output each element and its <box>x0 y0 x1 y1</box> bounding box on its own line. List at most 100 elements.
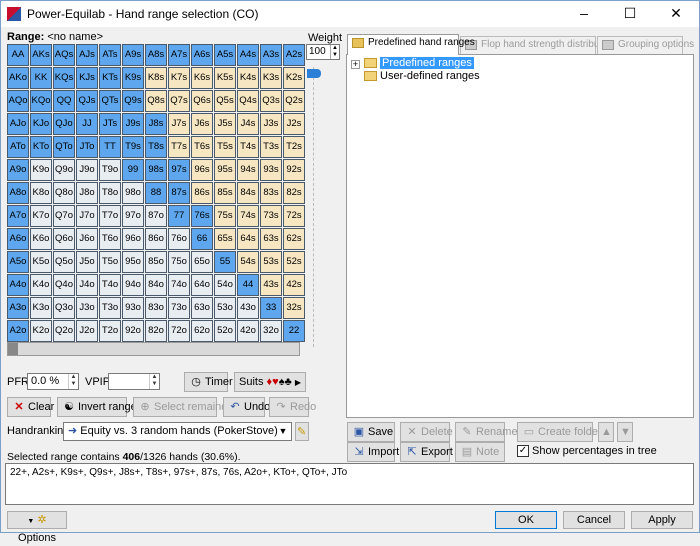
handranking-dropdown[interactable]: ➜ Equity vs. 3 random hands (PokerStove)… <box>63 422 292 441</box>
hand-cell[interactable]: 98o <box>122 182 144 204</box>
hand-cell[interactable]: J9s <box>122 113 144 135</box>
suits-button[interactable]: Suits ♦♥♠♣ ▶ <box>234 372 306 392</box>
hand-cell[interactable]: K5s <box>214 67 236 89</box>
hand-cell[interactable]: T8s <box>145 136 167 158</box>
hand-cell[interactable]: Q5o <box>53 251 75 273</box>
hand-cell[interactable]: T8o <box>99 182 121 204</box>
invert-range-button[interactable]: ☯ Invert range <box>57 397 137 417</box>
hand-cell[interactable]: KTs <box>99 67 121 89</box>
hand-cell[interactable]: 95o <box>122 251 144 273</box>
hand-cell[interactable]: K8o <box>30 182 52 204</box>
select-remainder-button[interactable]: ⊕ Select remainder <box>133 397 237 417</box>
hand-cell[interactable]: T5s <box>214 136 236 158</box>
hand-cell[interactable]: T2o <box>99 320 121 342</box>
hand-cell[interactable]: AKo <box>7 67 29 89</box>
hand-cell[interactable]: Q6o <box>53 228 75 250</box>
hand-cell[interactable]: A7s <box>168 44 190 66</box>
hand-cell[interactable]: 72o <box>168 320 190 342</box>
range-slider-thumb[interactable] <box>8 343 18 355</box>
tab-grouping-options[interactable]: Grouping options <box>597 36 694 54</box>
move-up-button[interactable]: ▲ <box>598 422 614 442</box>
hand-cell[interactable]: 64s <box>237 228 259 250</box>
hand-cell[interactable]: 62o <box>191 320 213 342</box>
hand-cell[interactable]: K3s <box>260 67 282 89</box>
hand-cell[interactable]: 75o <box>168 251 190 273</box>
edit-handranking-button[interactable]: ✎ <box>295 422 309 441</box>
hand-cell[interactable]: 52o <box>214 320 236 342</box>
hand-cell[interactable]: 96s <box>191 159 213 181</box>
hand-cell[interactable]: 93s <box>260 159 282 181</box>
hand-cell[interactable]: 74o <box>168 274 190 296</box>
hand-cell[interactable]: KK <box>30 67 52 89</box>
weight-spinner[interactable]: 100 ▲ ▼ <box>306 44 340 60</box>
tree-expander-icon[interactable]: + <box>351 60 360 69</box>
hand-cell[interactable]: T7o <box>99 205 121 227</box>
hand-cell[interactable]: AJo <box>7 113 29 135</box>
hand-cell[interactable]: QTs <box>99 90 121 112</box>
hand-cell[interactable]: AQo <box>7 90 29 112</box>
hand-cell[interactable]: JTo <box>76 136 98 158</box>
hand-cell[interactable]: T9o <box>99 159 121 181</box>
hand-cell[interactable]: QJo <box>53 113 75 135</box>
hand-cell[interactable]: J5s <box>214 113 236 135</box>
hand-cell[interactable]: 65o <box>191 251 213 273</box>
hand-cell[interactable]: A3o <box>7 297 29 319</box>
hand-cell[interactable]: J2o <box>76 320 98 342</box>
hand-cell[interactable]: 86o <box>145 228 167 250</box>
pfr-spin-arrows[interactable]: ▲ ▼ <box>68 374 78 389</box>
import-button[interactable]: ⇲ Import <box>347 442 399 462</box>
hand-cell[interactable]: 74s <box>237 205 259 227</box>
hand-cell[interactable]: 94o <box>122 274 144 296</box>
hand-cell[interactable]: 77 <box>168 205 190 227</box>
hand-cell[interactable]: 75s <box>214 205 236 227</box>
hand-cell[interactable]: K9o <box>30 159 52 181</box>
weight-spin-arrows[interactable]: ▲ ▼ <box>330 45 339 59</box>
hand-cell[interactable]: 93o <box>122 297 144 319</box>
hand-cell[interactable]: 62s <box>283 228 305 250</box>
hand-cell[interactable]: KJs <box>76 67 98 89</box>
hand-cell[interactable]: 98s <box>145 159 167 181</box>
hand-cell[interactable]: KTo <box>30 136 52 158</box>
hand-cell[interactable]: T4o <box>99 274 121 296</box>
hand-cell[interactable]: 63o <box>191 297 213 319</box>
hand-cell[interactable]: 76s <box>191 205 213 227</box>
pfr-input[interactable]: 0.0 % ▲ ▼ <box>27 373 79 390</box>
hand-cell[interactable]: QJs <box>76 90 98 112</box>
hand-cell[interactable]: K8s <box>145 67 167 89</box>
hand-cell[interactable]: Q6s <box>191 90 213 112</box>
ok-button[interactable]: OK <box>495 511 557 529</box>
hand-cell[interactable]: QTo <box>53 136 75 158</box>
hand-cell[interactable]: T2s <box>283 136 305 158</box>
hand-cell[interactable]: Q2s <box>283 90 305 112</box>
hand-cell[interactable]: 85o <box>145 251 167 273</box>
hand-cell[interactable]: 86s <box>191 182 213 204</box>
timer-button[interactable]: ◷ Timer <box>184 372 233 392</box>
hand-cell[interactable]: 42o <box>237 320 259 342</box>
hand-cell[interactable]: 99 <box>122 159 144 181</box>
hand-cell[interactable]: 33 <box>260 297 282 319</box>
hand-cell[interactable]: 43o <box>237 297 259 319</box>
minimize-button[interactable]: – <box>561 1 607 27</box>
hand-cell[interactable]: A4s <box>237 44 259 66</box>
hand-cell[interactable]: J3s <box>260 113 282 135</box>
hand-cell[interactable]: 32s <box>283 297 305 319</box>
export-button[interactable]: ⇱ Export <box>400 442 453 462</box>
tab-flop-distribution[interactable]: Flop hand strength distribution <box>460 36 616 54</box>
hand-cell[interactable]: ATo <box>7 136 29 158</box>
hand-cell[interactable]: A6o <box>7 228 29 250</box>
hand-cell[interactable]: T6o <box>99 228 121 250</box>
hand-cell[interactable]: K6s <box>191 67 213 89</box>
hand-cell[interactable]: 72s <box>283 205 305 227</box>
hand-cell[interactable]: K9s <box>122 67 144 89</box>
vpip-spin-arrows[interactable]: ▲ ▼ <box>149 374 159 389</box>
hand-cell[interactable]: 73o <box>168 297 190 319</box>
hand-cell[interactable]: JJ <box>76 113 98 135</box>
hand-cell[interactable]: 97o <box>122 205 144 227</box>
hand-cell[interactable]: 32o <box>260 320 282 342</box>
hand-cell[interactable]: T6s <box>191 136 213 158</box>
hand-cell[interactable]: KQs <box>53 67 75 89</box>
hand-cell[interactable]: 22 <box>283 320 305 342</box>
hand-cell[interactable]: T9s <box>122 136 144 158</box>
hand-cell[interactable]: J4s <box>237 113 259 135</box>
tree-node-predefined[interactable]: Predefined ranges <box>364 57 474 69</box>
